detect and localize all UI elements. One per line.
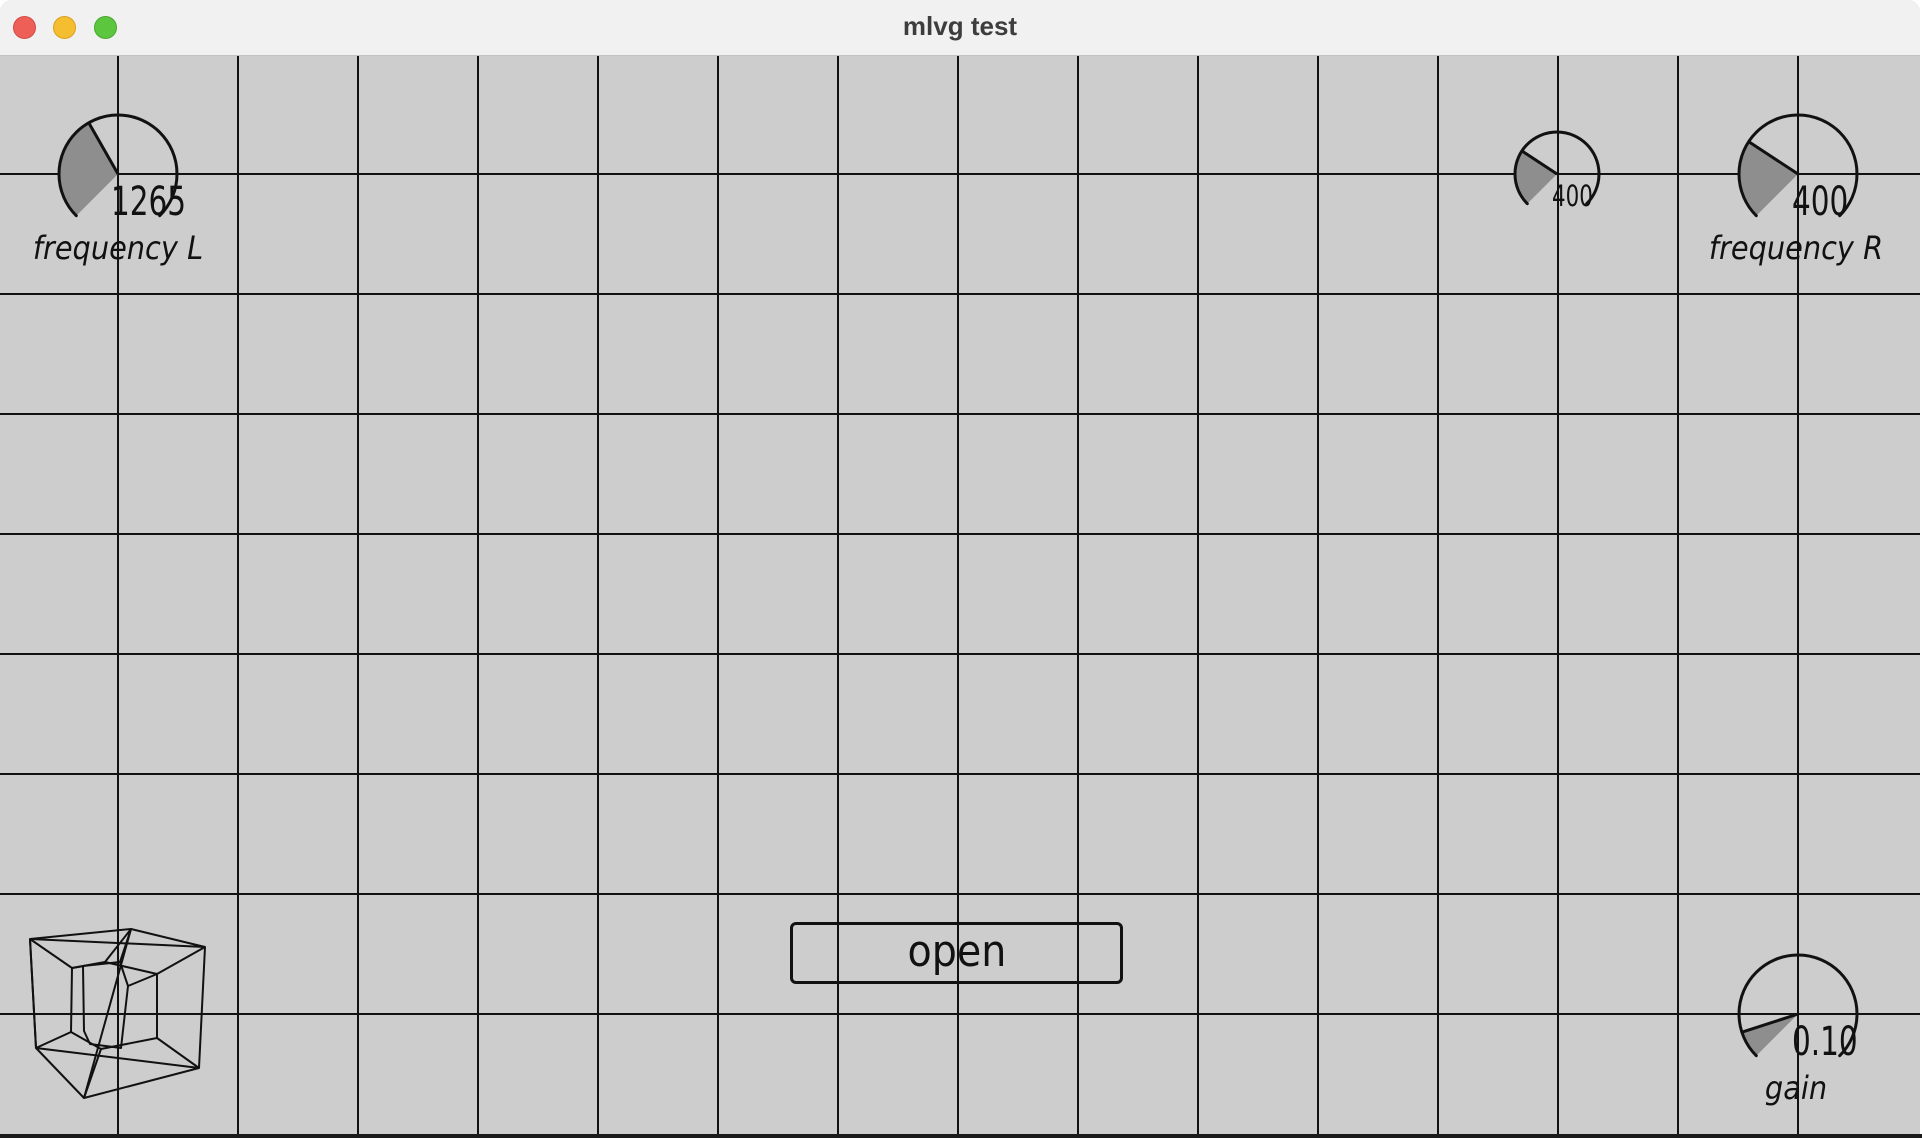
plugin-canvas-area: 1265 frequency L 400 400 frequency R 0.1… xyxy=(0,56,1920,1136)
frequency-left-label: frequency L xyxy=(32,229,204,267)
window-title: mlvg test xyxy=(902,11,1018,41)
window-bottom-edge xyxy=(0,1134,1922,1138)
frequency-right-label: frequency R xyxy=(1708,229,1884,267)
title-bar[interactable]: mlvg test xyxy=(0,0,1920,56)
frequency-right-value: 400 xyxy=(1792,179,1849,225)
frequency-left-value: 1265 xyxy=(111,179,187,225)
knob-fill xyxy=(59,122,118,216)
open-button-label: open xyxy=(907,926,1006,977)
gain-label: gain xyxy=(1764,1069,1828,1107)
app-window: mlvg test 1265 frequency L 400 400 frequ… xyxy=(0,0,1920,1136)
small-dial-value: 400 xyxy=(1552,179,1593,213)
gain-value: 0.10 xyxy=(1792,1019,1858,1065)
open-button[interactable]: open xyxy=(790,922,1123,984)
